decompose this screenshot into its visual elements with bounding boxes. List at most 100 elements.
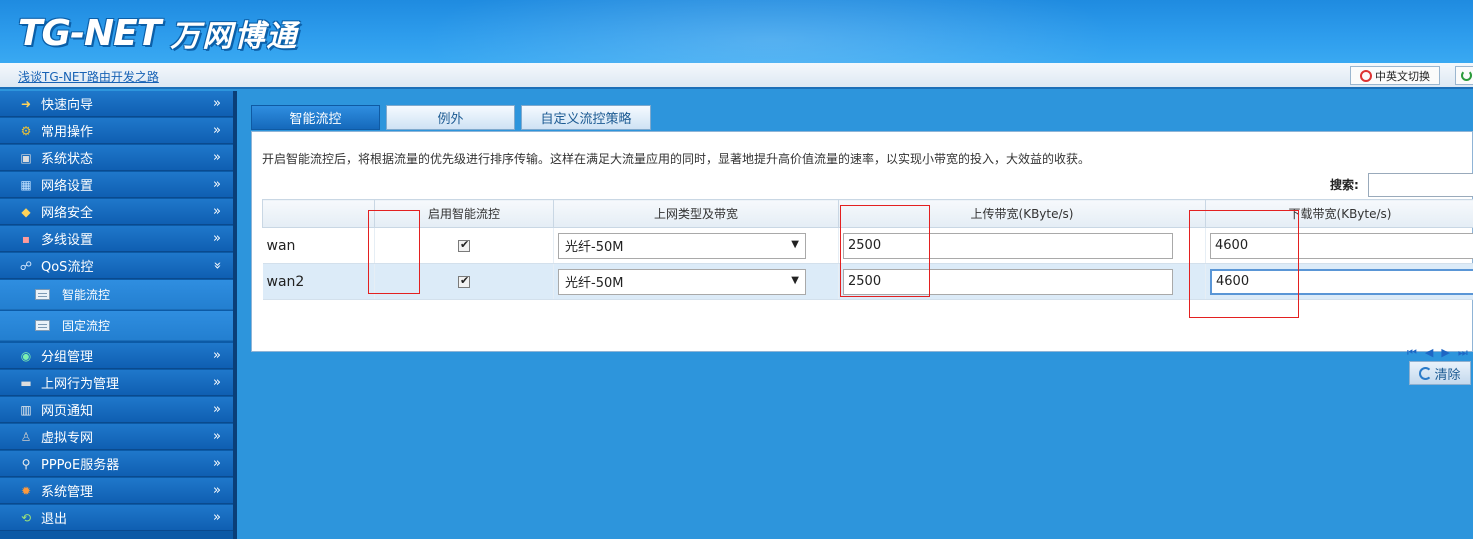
enable-checkbox[interactable] — [458, 274, 470, 288]
sidebar-item-label: 网页通知 — [41, 404, 94, 419]
select-value: 光纤-50M — [565, 276, 624, 291]
logo-en: TG-NET — [18, 12, 161, 54]
multiline-icon: ▪ — [21, 231, 31, 246]
gear-icon: ✹ — [20, 483, 32, 498]
column-header — [262, 199, 375, 228]
sidebar-subitem-label: 固定流控 — [62, 319, 111, 333]
column-header-type: 上网类型及带宽 — [553, 199, 839, 228]
tab-smart-qos[interactable]: 智能流控 — [251, 105, 380, 130]
panel-description: 开启智能流控后，将根据流量的优先级进行排序传输。这样在满足大流量应用的同时，显著… — [262, 152, 1091, 166]
pppoe-icon: ⚲ — [21, 456, 31, 471]
notice-icon: ▥ — [20, 402, 32, 417]
expand-arrow-icon: » — [213, 204, 221, 219]
column-header-upload: 上传带宽(KByte/s) — [838, 199, 1206, 228]
header-banner: TG-NET 万网博通 — [0, 0, 1473, 63]
sidebar-item-notice[interactable]: ▥ 网页通知 » — [0, 397, 233, 423]
sidebar-item-label: 网络安全 — [41, 206, 94, 221]
sidebar-item-security[interactable]: ◆ 网络安全 » — [0, 199, 233, 225]
tab-exceptions[interactable]: 例外 — [386, 105, 515, 130]
expand-arrow-icon: » — [213, 96, 221, 111]
sidebar-item-label: 上网行为管理 — [41, 377, 120, 392]
last-page-icon[interactable]: ⏭ — [1458, 346, 1468, 360]
sidebar-item-label: 虚拟专网 — [41, 431, 94, 446]
tab-custom-policy[interactable]: 自定义流控策略 — [521, 105, 651, 130]
sidebar-item-network[interactable]: ▦ 网络设置 » — [0, 172, 233, 198]
line-type-select[interactable]: 光纤-50M ▼ — [558, 232, 806, 259]
sidebar-item-label: 分组管理 — [41, 350, 94, 365]
expand-arrow-icon: » — [213, 402, 221, 417]
sidebar-subitem-smart-qos[interactable]: 智能流控 — [0, 280, 233, 310]
common-icon: ⚙ — [20, 123, 32, 138]
expand-arrow-icon: » — [213, 510, 221, 525]
sidebar-item-behavior[interactable]: ▬ 上网行为管理 » — [0, 370, 233, 396]
shield-icon: ◆ — [21, 204, 31, 219]
sidebar-item-exit[interactable]: ⟲ 退出 » — [0, 505, 233, 531]
dropdown-arrow-icon: ▼ — [791, 274, 799, 286]
wizard-icon: ➜ — [20, 96, 32, 111]
expand-arrow-icon: » — [213, 348, 221, 363]
clear-button[interactable]: 清除 — [1409, 361, 1471, 385]
sidebar-item-common[interactable]: ⚙ 常用操作 » — [0, 118, 233, 144]
expand-arrow-icon: » — [213, 123, 221, 138]
sidebar-item-label: 退出 — [41, 512, 68, 527]
clear-button-label: 清除 — [1434, 367, 1461, 383]
refresh-icon — [1460, 70, 1472, 81]
exit-icon: ⟲ — [20, 510, 32, 525]
search-input[interactable] — [1368, 173, 1473, 197]
top-bar: 浅谈TG-NET路由开发之路 中英文切换 — [0, 63, 1473, 89]
line-type-select[interactable]: 光纤-50M ▼ — [558, 268, 806, 295]
sidebar-item-wizard[interactable]: ➜ 快速向导 » — [0, 91, 233, 117]
logo: TG-NET 万网博通 — [18, 10, 298, 56]
collapse-arrow-icon: » — [209, 261, 225, 270]
sidebar-item-label: 多线设置 — [41, 233, 94, 248]
network-icon: ▦ — [20, 177, 32, 192]
sidebar-item-label: 快速向导 — [41, 98, 94, 113]
enable-checkbox[interactable] — [458, 238, 470, 252]
upload-bandwidth-input[interactable]: 2500 — [843, 232, 1173, 259]
next-page-icon[interactable]: ▶ — [1441, 346, 1449, 360]
language-toggle-button[interactable]: 中英文切换 — [1350, 66, 1440, 85]
first-page-icon[interactable]: ⏮ — [1407, 346, 1417, 360]
sidebar-item-group[interactable]: ◉ 分组管理 » — [0, 343, 233, 369]
sidebar-item-label: 网络设置 — [41, 179, 94, 194]
select-value: 光纤-50M — [565, 240, 624, 255]
sidebar-item-system[interactable]: ✹ 系统管理 » — [0, 478, 233, 504]
language-icon — [1360, 69, 1372, 82]
list-icon — [35, 289, 50, 300]
column-header-download: 下载带宽(KByte/s) — [1205, 199, 1473, 228]
expand-arrow-icon: » — [213, 456, 221, 471]
row-name: wan2 — [262, 263, 375, 300]
sidebar-item-vpn[interactable]: ♙ 虚拟专网 » — [0, 424, 233, 450]
behavior-icon: ▬ — [20, 375, 32, 390]
pagination: ⏮ ◀ ▶ ⏭ — [1407, 346, 1468, 360]
prev-page-icon[interactable]: ◀ — [1425, 346, 1433, 360]
language-toggle-label: 中英文切换 — [1375, 69, 1430, 83]
qos-panel: 开启智能流控后，将根据流量的优先级进行排序传输。这样在满足大流量应用的同时，显著… — [251, 131, 1473, 359]
download-bandwidth-input[interactable]: 4600 — [1210, 268, 1473, 295]
table-row: wan 光纤-50M ▼ 2500 4600 — [262, 227, 1473, 264]
sidebar-item-qos[interactable]: ☍ QoS流控 » — [0, 253, 233, 279]
group-icon: ◉ — [20, 348, 32, 363]
expand-arrow-icon: » — [213, 483, 221, 498]
sidebar-item-label: PPPoE服务器 — [41, 458, 120, 473]
dropdown-arrow-icon: ▼ — [791, 238, 799, 250]
refresh-button[interactable] — [1455, 66, 1473, 85]
blog-link[interactable]: 浅谈TG-NET路由开发之路 — [18, 68, 159, 85]
sidebar-subitem-fixed-qos[interactable]: 固定流控 — [0, 311, 233, 341]
sidebar-item-pppoe[interactable]: ⚲ PPPoE服务器 » — [0, 451, 233, 477]
clear-icon — [1419, 366, 1433, 380]
qos-icon: ☍ — [19, 258, 33, 273]
sidebar-item-status[interactable]: ▣ 系统状态 » — [0, 145, 233, 171]
sidebar-item-multiline[interactable]: ▪ 多线设置 » — [0, 226, 233, 252]
expand-arrow-icon: » — [213, 429, 221, 444]
logo-cn: 万网博通 — [170, 19, 299, 54]
upload-bandwidth-input[interactable]: 2500 — [843, 268, 1173, 295]
sidebar: ➜ 快速向导 » ⚙ 常用操作 » ▣ 系统状态 » ▦ 网络设置 » ◆ 网络… — [0, 91, 237, 539]
expand-arrow-icon: » — [213, 231, 221, 246]
sidebar-item-label: 常用操作 — [41, 125, 94, 140]
vpn-icon: ♙ — [20, 429, 32, 444]
list-icon — [35, 320, 50, 331]
download-bandwidth-input[interactable]: 4600 — [1210, 232, 1473, 259]
status-icon: ▣ — [20, 150, 32, 165]
sidebar-item-label: 系统管理 — [41, 485, 94, 500]
